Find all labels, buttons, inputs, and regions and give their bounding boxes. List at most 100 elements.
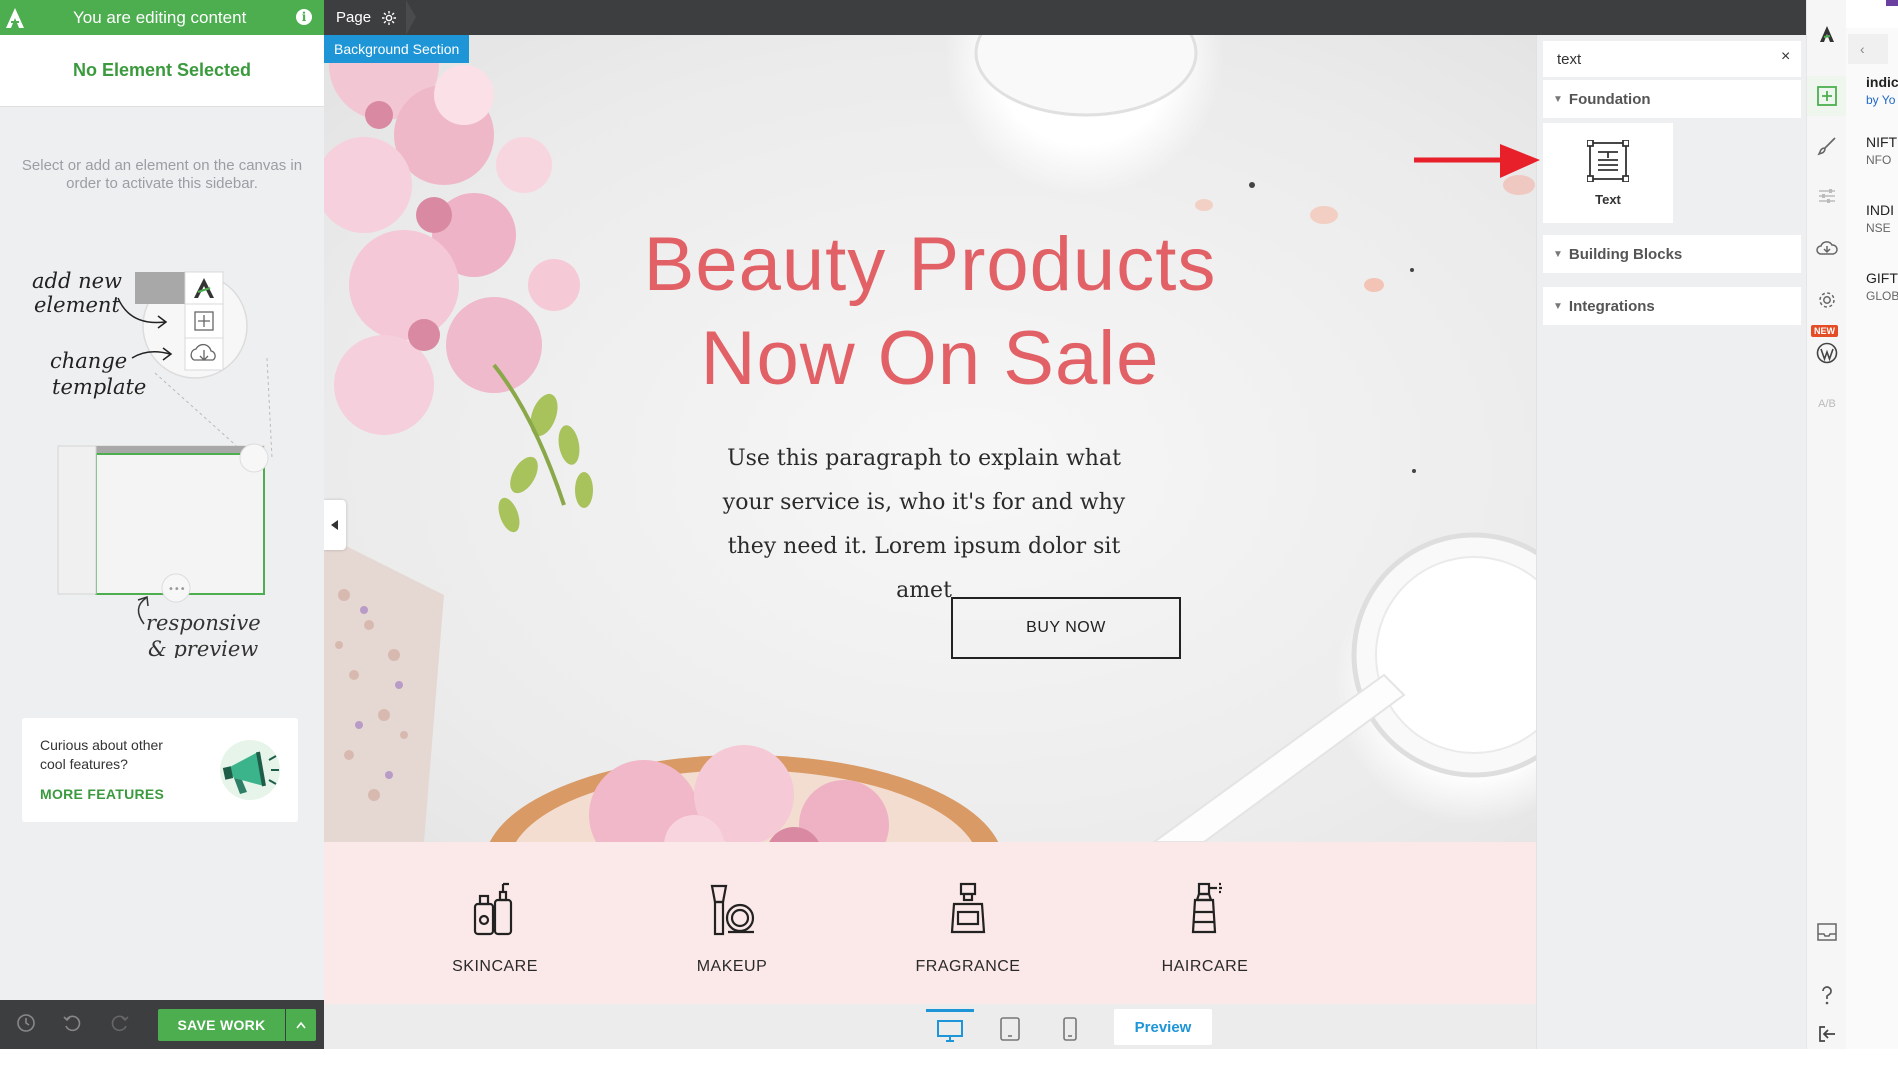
- no-element-title: No Element Selected: [0, 35, 324, 107]
- back-chevron-icon[interactable]: ‹: [1848, 34, 1888, 64]
- svg-text:•••: •••: [168, 584, 186, 595]
- text-element-tile[interactable]: Text: [1543, 123, 1673, 223]
- responsive-view-bar: Preview: [324, 1004, 1536, 1049]
- preview-button[interactable]: Preview: [1114, 1009, 1212, 1045]
- category-label: MAKEUP: [696, 958, 768, 975]
- category-fragrance[interactable]: FRAGRANCE: [878, 842, 1058, 976]
- exit-editor-icon[interactable]: [1807, 1014, 1847, 1054]
- group-foundation[interactable]: ▼ Foundation: [1543, 80, 1801, 118]
- svg-text:& preview: & preview: [148, 637, 258, 658]
- item-title: INDI: [1866, 202, 1894, 218]
- save-work-button[interactable]: SAVE WORK: [158, 1009, 285, 1041]
- clear-search-icon[interactable]: ×: [1781, 48, 1790, 66]
- skincare-bottles-icon: [473, 882, 513, 936]
- caret-down-icon: ▼: [1553, 93, 1563, 105]
- editor-bottom-bar: SAVE WORK: [0, 1000, 324, 1049]
- item-sub: NSE: [1866, 221, 1891, 235]
- tablet-view-button[interactable]: [986, 1009, 1034, 1049]
- text-element-icon: [1587, 139, 1629, 182]
- editing-banner: You are editing content i: [0, 0, 324, 35]
- list-item[interactable]: indic by Yo: [1846, 74, 1898, 107]
- features-question: Curious about other cool features?: [40, 737, 163, 772]
- more-features-link[interactable]: MORE FEATURES: [40, 786, 164, 802]
- redo-icon[interactable]: [108, 1013, 132, 1037]
- tile-label: Text: [1595, 191, 1621, 207]
- item-sub: GLOB: [1866, 289, 1898, 303]
- caret-down-icon: ▼: [1553, 248, 1563, 260]
- hero-background-section[interactable]: Background Section Beauty Products Now O…: [324, 35, 1536, 842]
- thrive-logo-icon[interactable]: [0, 0, 30, 35]
- brush-icon[interactable]: [1807, 126, 1847, 166]
- list-item[interactable]: GIFT GLOB: [1846, 270, 1898, 303]
- bottom-whitespace: [0, 1049, 1898, 1079]
- change-template-label: change: [50, 349, 127, 373]
- external-panel-header: [1846, 0, 1898, 28]
- group-label: Building Blocks: [1568, 245, 1683, 263]
- buy-now-button[interactable]: BUY NOW: [951, 597, 1181, 659]
- page-settings-tab[interactable]: Page: [324, 0, 406, 35]
- external-side-panel: ‹ indic by Yo NIFT NFO INDI NSE GIFT GLO…: [1846, 0, 1898, 1049]
- category-label: SKINCARE: [452, 958, 538, 975]
- add-element-icon[interactable]: [1807, 76, 1847, 116]
- sidebar-illustration: add new element change template ••• resp…: [32, 269, 273, 658]
- categories-section[interactable]: SKINCARE MAKEUP FRAGRANCE HAIRCARE: [324, 842, 1536, 1004]
- sidebar-hint: Select or add an element on the canvas i…: [21, 157, 303, 192]
- collapse-sidebar-toggle[interactable]: [324, 500, 346, 550]
- group-label: Foundation: [1568, 90, 1651, 108]
- group-label: Integrations: [1568, 297, 1655, 315]
- category-label: HAIRCARE: [1161, 958, 1249, 975]
- page-tab-label: Page: [336, 9, 372, 26]
- item-sub: NFO: [1866, 153, 1892, 167]
- settings-gear-icon[interactable]: [1807, 280, 1847, 320]
- wordpress-icon[interactable]: [1807, 333, 1847, 373]
- undo-icon[interactable]: [60, 1013, 84, 1037]
- perfume-bottle-icon: [950, 882, 986, 934]
- gear-icon[interactable]: [381, 10, 397, 26]
- right-icon-rail: NEW A/B: [1806, 0, 1847, 1049]
- purple-tab: [1886, 0, 1898, 6]
- svg-text:template: template: [52, 375, 146, 399]
- more-features-card: Curious about other cool features? MORE …: [22, 718, 298, 822]
- headline-line-1: Beauty Products: [643, 222, 1217, 307]
- sliders-icon[interactable]: [1807, 176, 1847, 216]
- save-options-chevron-icon[interactable]: [286, 1009, 316, 1041]
- add-new-element-label: add new: [32, 269, 122, 293]
- item-title: NIFT: [1866, 134, 1898, 150]
- mobile-icon: [1063, 1017, 1077, 1041]
- list-item[interactable]: INDI NSE: [1846, 202, 1898, 235]
- caret-down-icon: ▼: [1553, 300, 1563, 312]
- red-arrow-annotation-icon: [1414, 144, 1540, 178]
- headline-line-2: Now On Sale: [700, 316, 1160, 401]
- hero-headline[interactable]: Beauty Products Now On Sale: [324, 218, 1536, 406]
- help-icon[interactable]: [1807, 975, 1847, 1015]
- element-search-input[interactable]: [1543, 41, 1801, 77]
- category-haircare[interactable]: HAIRCARE: [1115, 842, 1295, 976]
- page-canvas[interactable]: Background Section Beauty Products Now O…: [324, 35, 1536, 1049]
- top-bar: Page: [324, 0, 1806, 35]
- thrive-logo-icon[interactable]: [1807, 14, 1847, 54]
- editor-app: You are editing content i No Element Sel…: [0, 0, 1898, 1079]
- item-sub: by Yo: [1866, 93, 1896, 107]
- item-title: indic: [1866, 74, 1898, 90]
- group-integrations[interactable]: ▼ Integrations: [1543, 287, 1801, 325]
- category-label: FRAGRANCE: [915, 958, 1021, 975]
- responsive-preview-label: responsive: [146, 611, 261, 635]
- spray-bottle-icon: [1191, 882, 1222, 934]
- item-title: GIFT: [1866, 270, 1898, 286]
- history-icon[interactable]: [14, 1013, 38, 1037]
- page-tab-divider: [406, 0, 416, 35]
- desktop-view-button[interactable]: [926, 1009, 974, 1049]
- info-icon[interactable]: i: [296, 9, 312, 25]
- ab-test-icon[interactable]: A/B: [1807, 384, 1847, 424]
- megaphone-icon: [220, 740, 280, 800]
- ab-test-label: A/B: [1818, 398, 1836, 410]
- group-building-blocks[interactable]: ▼ Building Blocks: [1543, 235, 1801, 273]
- list-item[interactable]: NIFT NFO: [1846, 134, 1898, 167]
- hero-paragraph[interactable]: Use this paragraph to explain what your …: [704, 437, 1144, 613]
- cloud-download-icon[interactable]: [1807, 228, 1847, 268]
- element-panel: × ▼ Foundation Text ▼ Building Blocks ▼ …: [1536, 35, 1806, 1049]
- mobile-view-button[interactable]: [1046, 1009, 1094, 1049]
- category-skincare[interactable]: SKINCARE: [405, 842, 585, 976]
- category-makeup[interactable]: MAKEUP: [642, 842, 822, 976]
- inbox-icon[interactable]: [1807, 912, 1847, 952]
